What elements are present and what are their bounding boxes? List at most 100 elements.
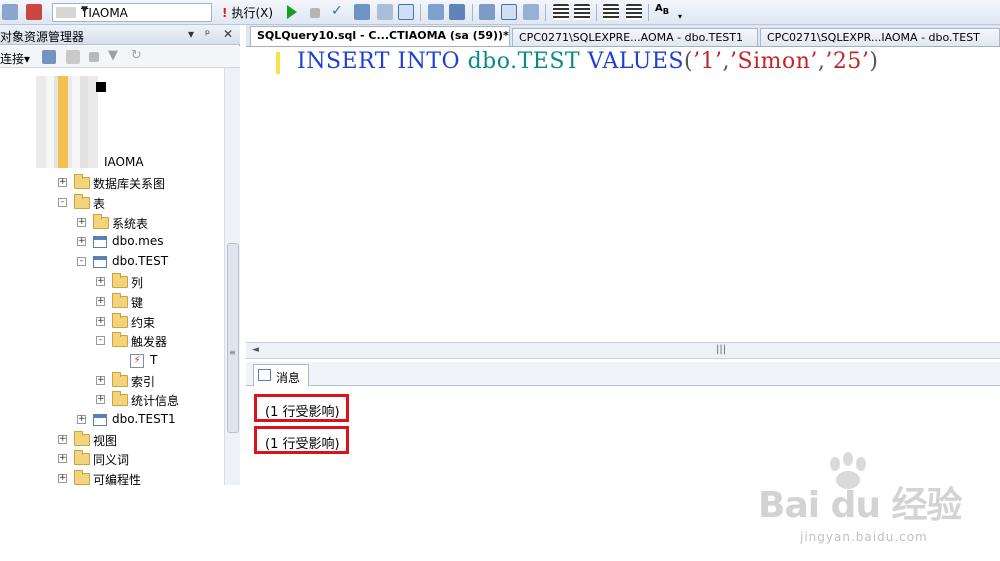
collapse-icon[interactable]: - <box>96 336 105 345</box>
stop-icon[interactable] <box>310 8 320 18</box>
watermark-url: jingyan.baidu.com <box>800 530 928 544</box>
server-icon <box>96 82 106 92</box>
tab-label: CPC0271\SQLEXPR...IAOMA - dbo.TEST <box>767 31 980 44</box>
folder-icon <box>74 174 90 189</box>
folder-icon <box>112 391 128 406</box>
execute-icon: ! <box>222 6 228 20</box>
execute-button[interactable]: ! 执行(X) <box>222 4 273 21</box>
tree-item-label: 同义词 <box>93 453 130 467</box>
database-icon[interactable] <box>26 4 42 20</box>
tree-item-label: 索引 <box>131 375 156 389</box>
scroll-left-icon[interactable]: ◄ <box>252 345 259 355</box>
expand-icon[interactable]: + <box>96 395 105 404</box>
stop-icon[interactable] <box>89 52 99 62</box>
baidu-watermark: Bai du 经验 jingyan.baidu.com <box>758 450 988 550</box>
folder-icon <box>74 470 90 485</box>
panel-dropdown-icon[interactable]: ▾ <box>188 27 194 41</box>
open-paren: ( <box>683 49 694 74</box>
toolbar-separator <box>648 4 649 21</box>
results-tabs: 消息 <box>246 362 1000 386</box>
expand-icon[interactable]: + <box>77 415 86 424</box>
expand-icon[interactable]: + <box>96 376 105 385</box>
tree-item-label: 统计信息 <box>131 394 180 408</box>
connect-button[interactable]: 连接▾ <box>0 50 30 67</box>
uncomment-icon[interactable] <box>574 4 590 20</box>
close-icon[interactable]: ✕ <box>223 27 233 41</box>
object-tree: IAOMA + 数据库关系图 - 表 + 系统表 + dbo.mes - dbo… <box>0 68 224 485</box>
object-explorer-title: 对象资源管理器 <box>0 30 85 44</box>
toolbar-separator <box>420 4 421 21</box>
include-plan-icon[interactable] <box>479 4 495 20</box>
tree-vertical-scrollbar[interactable]: ≡ <box>224 68 240 485</box>
tree-item-label: 列 <box>131 276 144 290</box>
string-literal-3: ’25’ <box>825 49 870 74</box>
expand-icon[interactable]: + <box>96 297 105 306</box>
comment-icon[interactable] <box>553 4 569 20</box>
chevron-down-icon[interactable]: ▼ <box>81 5 208 15</box>
connect-icon[interactable] <box>42 50 56 64</box>
main-toolbar: TIAOMA ▼ ! 执行(X) ✓ AB ▾ <box>0 0 1000 25</box>
debug-icon[interactable] <box>287 5 297 19</box>
tab-label: CPC0271\SQLEXPRE...AOMA - dbo.TEST1 <box>519 31 744 44</box>
database-prefix-blur <box>56 7 76 18</box>
tab-sqlquery10[interactable]: SQLQuery10.sql - C...CTIAOMA (sa (59))* <box>250 26 510 46</box>
tree-item-label: 约束 <box>131 316 156 330</box>
collapse-icon[interactable]: - <box>77 257 86 266</box>
results-to-grid-icon[interactable] <box>398 4 414 20</box>
expand-icon[interactable]: + <box>77 218 86 227</box>
query-options-icon[interactable] <box>377 4 393 20</box>
tree-item-label: 系统表 <box>112 217 149 231</box>
scrollbar-thumb[interactable] <box>227 243 239 433</box>
object-explorer-panel: 对象资源管理器 ▾ ᵖ ✕ 连接▾ ▼ ↻ IAOMA + 数据库关系图 - 表… <box>0 25 240 485</box>
message-line: (1 行受影响) <box>254 394 349 422</box>
comma: , <box>722 49 731 74</box>
editor-horizontal-scrollbar[interactable]: ◄ ||| <box>246 342 1000 359</box>
collapse-icon[interactable]: - <box>58 198 67 207</box>
new-query-icon[interactable] <box>2 4 18 20</box>
keyword-insert: INSERT <box>297 49 390 74</box>
expand-icon[interactable]: + <box>58 435 67 444</box>
tab-dbo-test[interactable]: CPC0271\SQLEXPR...IAOMA - dbo.TEST <box>760 28 1000 46</box>
pin-icon[interactable]: ᵖ <box>205 27 210 41</box>
folder-icon <box>112 293 128 308</box>
filter-icon[interactable]: ▼ <box>108 48 122 63</box>
tree-item-label: 可编程性 <box>93 473 142 485</box>
tree-item-label: 触发器 <box>131 335 168 349</box>
folder-icon <box>74 194 90 209</box>
table-icon <box>93 256 107 268</box>
folder-icon <box>112 372 128 387</box>
expand-icon[interactable]: + <box>58 178 67 187</box>
object-explorer-titlebar: 对象资源管理器 ▾ ᵖ ✕ <box>0 25 240 45</box>
outdent-icon[interactable] <box>603 4 619 20</box>
tree-item-label: dbo.TEST <box>112 254 169 268</box>
tab-dbo-test1[interactable]: CPC0271\SQLEXPRE...AOMA - dbo.TEST1 <box>512 28 758 46</box>
toolbar-separator <box>545 4 546 21</box>
folder-icon <box>74 431 90 446</box>
expand-icon[interactable]: + <box>58 454 67 463</box>
disconnect-icon[interactable] <box>66 50 80 64</box>
available-databases-select[interactable]: TIAOMA ▼ <box>52 3 212 22</box>
toolbar-overflow-icon[interactable]: ▾ <box>678 12 686 21</box>
display-plan-icon[interactable] <box>354 4 370 20</box>
indent-icon[interactable] <box>626 4 642 20</box>
specify-values-icon[interactable]: AB <box>655 3 671 19</box>
expand-icon[interactable]: + <box>96 277 105 286</box>
expand-icon[interactable]: + <box>96 317 105 326</box>
string-literal-2: ’Simon’ <box>730 49 818 74</box>
results-to-file-icon[interactable] <box>449 4 465 20</box>
refresh-icon[interactable]: ↻ <box>131 48 145 63</box>
tree-item-label: dbo.TEST1 <box>112 412 176 426</box>
execute-label: 执行(X) <box>231 6 274 20</box>
expand-icon[interactable]: + <box>58 474 67 483</box>
parse-icon[interactable]: ✓ <box>331 3 347 19</box>
trigger-icon: ⚡ <box>130 354 144 368</box>
grip-icon: ||| <box>716 344 727 355</box>
tab-messages[interactable]: 消息 <box>253 364 309 386</box>
tree-item-label: dbo.mes <box>112 234 164 248</box>
results-to-text-icon[interactable] <box>428 4 444 20</box>
query-editor[interactable]: INSERT INTO dbo.TEST VALUES(’1’,’Simon’,… <box>246 47 1000 342</box>
sqlcmd-icon[interactable] <box>523 4 539 20</box>
client-stats-icon[interactable] <box>501 4 517 20</box>
code-line-1: INSERT INTO dbo.TEST VALUES(’1’,’Simon’,… <box>297 49 879 74</box>
expand-icon[interactable]: + <box>77 237 86 246</box>
